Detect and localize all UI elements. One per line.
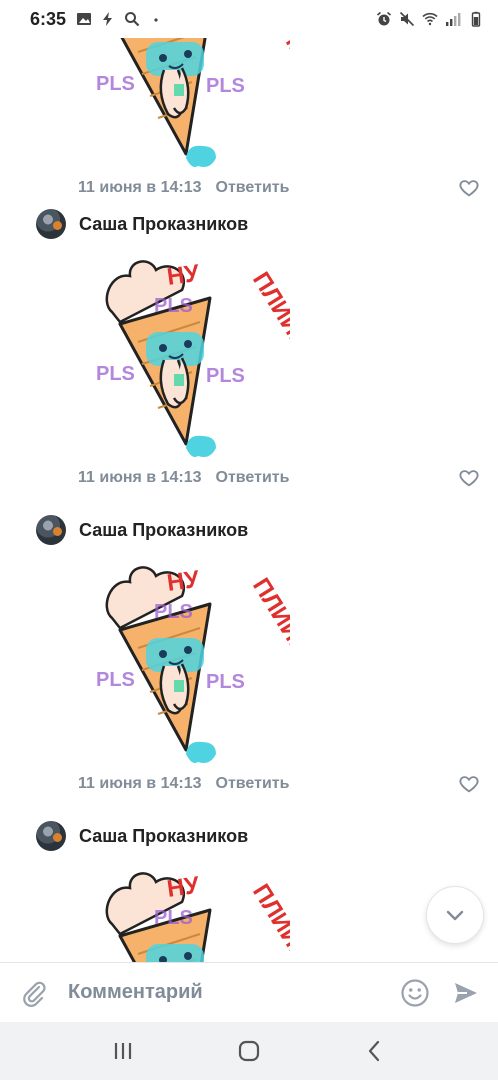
comment-author-row[interactable]: Саша Проказников [36, 514, 248, 546]
back-button[interactable] [360, 1036, 390, 1066]
comment-composer [0, 962, 498, 1022]
comment-meta: 11 июня в 14:13 Ответить [78, 176, 480, 200]
svg-text:ПЛИИИЗ: ПЛИИИЗ [247, 267, 290, 367]
bolt-icon [103, 12, 113, 26]
wifi-icon [422, 12, 438, 26]
comment-item: Саша Проказников PLS PLS PLS НУ ПЛИИИЗ 1… [0, 208, 498, 514]
image-icon [77, 13, 92, 25]
svg-text:PLS: PLS [206, 365, 245, 387]
reply-button[interactable]: Ответить [216, 179, 290, 197]
author-name[interactable]: Саша Проказников [79, 520, 248, 541]
svg-text:PLS: PLS [96, 669, 135, 691]
avatar[interactable] [36, 821, 66, 851]
svg-text:PLS: PLS [96, 363, 135, 385]
comment-date: 11 июня в 14:13 [78, 469, 202, 486]
status-bar: 6:35 [0, 0, 498, 38]
svg-text:НУ: НУ [165, 872, 202, 903]
recents-button[interactable] [108, 1036, 138, 1066]
svg-text:PLS: PLS [154, 907, 193, 929]
comment-date: 11 июня в 14:13 [78, 775, 202, 792]
comment-meta: 11 июня в 14:13 Ответить [78, 772, 480, 796]
home-button[interactable] [234, 1036, 264, 1066]
emoji-icon[interactable] [400, 978, 430, 1008]
reply-button[interactable]: Ответить [216, 469, 290, 487]
sticker-image[interactable]: PLS PLS PLS НУ ПЛИИИЗ [90, 252, 290, 462]
mute-icon [399, 11, 415, 27]
comment-meta: 11 июня в 14:13 Ответить [78, 466, 480, 490]
alarm-icon [376, 11, 392, 26]
comment-item: Саша Проказников PLS PLS PLS НУ ПЛИИИЗ [0, 820, 498, 962]
svg-text:НУ: НУ [165, 260, 202, 291]
comment-input[interactable] [68, 981, 400, 1004]
author-name[interactable]: Саша Проказников [79, 214, 248, 235]
reply-button[interactable]: Ответить [216, 775, 290, 793]
status-time: 6:35 [30, 8, 67, 29]
search-icon [125, 12, 140, 27]
heart-icon[interactable] [458, 773, 480, 795]
status-right-icons [376, 11, 484, 27]
author-name[interactable]: Саша Проказников [79, 826, 248, 847]
battery-icon [471, 11, 481, 27]
send-icon[interactable] [452, 979, 480, 1007]
recents-icon [114, 1043, 132, 1059]
comment-date: 11 июня в 14:13 [78, 179, 202, 196]
svg-text:PLS: PLS [206, 75, 245, 97]
sticker-image[interactable]: PLS PLS PLS НУ ПЛИИИЗ [90, 864, 290, 962]
svg-text:PLS: PLS [206, 671, 245, 693]
comment-item: Саша Проказников PLS PLS PLS НУ ПЛИИИЗ 1… [0, 514, 498, 820]
comment-author-row[interactable]: Саша Проказников [36, 820, 248, 852]
svg-text:ПЛИИИЗ: ПЛИИИЗ [247, 573, 290, 673]
comments-feed[interactable]: PLS PLS PLS НУ ПЛИИИЗ 11 июня в 14:13 От… [0, 0, 498, 962]
svg-text:PLS: PLS [154, 295, 193, 317]
status-left-icons [76, 11, 164, 27]
home-icon [238, 1040, 260, 1062]
svg-text:PLS: PLS [96, 73, 135, 95]
svg-text:ПЛИИИЗ: ПЛИИИЗ [247, 879, 290, 962]
chevron-down-icon [446, 910, 464, 921]
sticker-image[interactable]: PLS PLS PLS НУ ПЛИИИЗ [90, 558, 290, 768]
scroll-down-button[interactable] [426, 886, 484, 944]
heart-icon[interactable] [458, 467, 480, 489]
svg-text:PLS: PLS [154, 601, 193, 623]
paperclip-icon[interactable] [18, 978, 48, 1008]
back-icon [368, 1040, 380, 1062]
system-nav-bar [0, 1022, 498, 1080]
comment-author-row[interactable]: Саша Проказников [36, 208, 248, 240]
svg-text:НУ: НУ [165, 566, 202, 597]
heart-icon[interactable] [458, 177, 480, 199]
avatar[interactable] [36, 515, 66, 545]
dot-icon [154, 18, 158, 22]
avatar[interactable] [36, 209, 66, 239]
signal-icon [446, 13, 461, 26]
